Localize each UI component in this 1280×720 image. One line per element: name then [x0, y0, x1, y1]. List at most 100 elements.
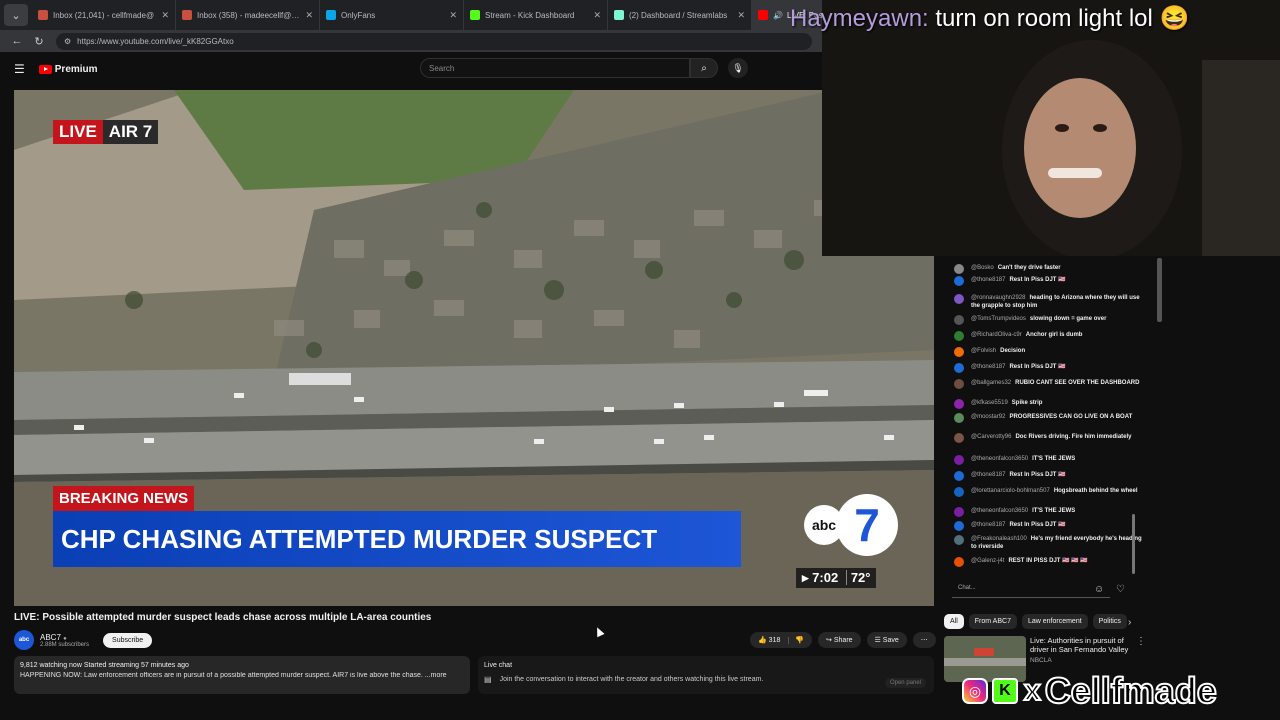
like-icon[interactable]: 👍 — [758, 637, 767, 644]
recommended-title[interactable]: Live: Authorities in pursuit of driver i… — [1030, 636, 1130, 654]
chat-avatar[interactable] — [954, 294, 964, 304]
chat-avatar[interactable] — [954, 521, 964, 531]
chat-author[interactable]: @thone8187 — [971, 472, 1005, 478]
subscribe-button[interactable]: Subscribe — [103, 632, 153, 648]
browser-tab[interactable]: Inbox (358) - madeecellf@gm ✕ — [176, 0, 320, 30]
chevron-right-icon[interactable]: › — [1128, 617, 1131, 628]
chip-all[interactable]: All — [944, 614, 964, 629]
search-input[interactable]: Search — [420, 58, 690, 78]
live-badge: LIVE — [53, 120, 103, 144]
chat-avatar[interactable] — [954, 276, 964, 286]
chat-author[interactable]: @Folvish — [971, 348, 996, 354]
chat-avatar[interactable] — [954, 471, 964, 481]
chat-message: @RichardOliva-c9r Anchor girl is dumb — [954, 331, 1144, 341]
time-temp-bug: ▸ 7:02 72° — [796, 568, 877, 588]
chat-author[interactable]: @TomsTrumpvideos — [971, 316, 1026, 322]
chat-avatar[interactable] — [954, 379, 964, 389]
chat-text: Hogsbreath behind the wheel — [1053, 488, 1138, 494]
close-tab-icon[interactable]: ✕ — [161, 10, 169, 21]
chat-avatar[interactable] — [954, 264, 964, 274]
tab-title: (2) Dashboard / Streamlabs — [629, 10, 728, 20]
chip-politics[interactable]: Politics — [1092, 614, 1127, 629]
chat-author[interactable]: @ronnavaughn2928 — [971, 295, 1025, 301]
chat-author[interactable]: @theneonfalcon3650 — [971, 508, 1028, 514]
chat-author[interactable]: @thone8187 — [971, 522, 1005, 528]
kick-icon: K — [992, 678, 1018, 704]
chat-author[interactable]: @kfkase5519 — [971, 400, 1008, 406]
close-tab-icon[interactable]: ✕ — [305, 10, 313, 21]
tab-list-button[interactable]: ⌄ — [4, 4, 28, 26]
chat-text: PROGRESSIVES CAN GO LIVE ON A BOAT — [1009, 414, 1133, 420]
video-player[interactable]: LIVE AIR 7 BREAKING NEWS CHP CHASING ATT… — [14, 90, 934, 606]
chat-author[interactable]: @ballgames32 — [971, 380, 1011, 386]
chat-author[interactable]: @theneonfalcon3650 — [971, 456, 1028, 462]
reload-icon[interactable]: ↻ — [28, 35, 50, 48]
chat-author[interactable]: @Galenz-j4t — [971, 558, 1004, 564]
emoji-icon[interactable]: ☺ — [1094, 584, 1104, 595]
chat-author[interactable]: @thone8187 — [971, 364, 1005, 370]
chat-avatar[interactable] — [954, 507, 964, 517]
show-more-link[interactable]: ...more — [425, 672, 447, 679]
chat-input[interactable]: Chat... — [952, 582, 1110, 598]
channel-name[interactable]: ABC7 ● — [40, 633, 89, 642]
chat-avatar[interactable] — [954, 413, 964, 423]
save-button[interactable]: ☰ Save — [866, 632, 907, 648]
chat-avatar[interactable] — [954, 557, 964, 567]
video-title: LIVE: Possible attempted murder suspect … — [14, 612, 432, 623]
chip-law-enforcement[interactable]: Law enforcement — [1021, 614, 1088, 629]
chat-author[interactable]: @RichardOliva-c9r — [971, 332, 1022, 338]
chat-message: @ballgames32 RUBIO CANT SEE OVER THE DASH… — [954, 379, 1144, 389]
channel-info: ABC7 ● 2.88M subscribers — [40, 633, 89, 648]
chat-avatar[interactable] — [954, 399, 964, 409]
chat-scrollbar[interactable] — [1132, 514, 1135, 574]
like-dislike-group[interactable]: 👍 318 👎 — [750, 632, 813, 648]
chat-author[interactable]: @Freakonaleash100 — [971, 536, 1027, 542]
chat-avatar[interactable] — [954, 347, 964, 357]
close-tab-icon[interactable]: ✕ — [449, 10, 457, 21]
chat-author[interactable]: @Carverotty96 — [971, 434, 1011, 440]
abc-logo-number: 7 — [836, 494, 898, 556]
browser-tab[interactable]: Inbox (21,041) - cellfmade@ ✕ — [32, 0, 176, 30]
chat-avatar[interactable] — [954, 315, 964, 325]
chat-message: @Freakonaleash100 He's my friend everybod… — [954, 535, 1144, 551]
chat-avatar[interactable] — [954, 363, 964, 373]
search-icon[interactable]: ⌕ — [690, 58, 718, 78]
chat-message: @Galenz-j4t REST IN PISS DJT 🇺🇸 🇺🇸 🇺🇸 — [954, 557, 1144, 567]
more-vert-icon[interactable]: ⋮ — [1136, 636, 1146, 647]
chat-avatar[interactable] — [954, 535, 964, 545]
chat-avatar[interactable] — [954, 487, 964, 497]
chat-avatar[interactable] — [954, 455, 964, 465]
browser-tab[interactable]: Stream - Kick Dashboard ✕ — [464, 0, 608, 30]
chat-message-body: @lorettanarciolo-bohlman507 Hogsbreath be… — [971, 488, 1138, 496]
chat-author[interactable]: @Bosko — [971, 265, 994, 271]
chat-author[interactable]: @thone8187 — [971, 277, 1005, 283]
dislike-icon[interactable]: 👎 — [788, 637, 805, 644]
channel-avatar[interactable]: abc — [14, 630, 34, 650]
back-icon[interactable]: ← — [6, 35, 28, 47]
more-actions-icon[interactable]: ⋯ — [912, 632, 936, 648]
chat-text: Doc Rivers driving. Fire him immediately — [1015, 434, 1132, 440]
recommended-channel: NBCLA — [1030, 657, 1052, 664]
close-tab-icon[interactable]: ✕ — [737, 10, 745, 21]
chat-author[interactable]: @moostar92 — [971, 414, 1005, 420]
hamburger-menu-icon[interactable]: ☰ — [14, 62, 25, 76]
microphone-icon[interactable]: 🎙 — [728, 58, 748, 78]
close-tab-icon[interactable]: ✕ — [593, 10, 601, 21]
chat-author[interactable]: @lorettanarciolo-bohlman507 — [971, 488, 1050, 494]
url-field[interactable]: ⚙ https://www.youtube.com/live/_kK82GGAt… — [56, 32, 812, 50]
site-info-icon[interactable]: ⚙ — [64, 37, 71, 46]
heart-icon[interactable]: ♡ — [1116, 584, 1125, 595]
page-scrollbar[interactable] — [1157, 258, 1162, 322]
open-panel-button[interactable]: Open panel — [884, 678, 926, 688]
chat-avatar[interactable] — [954, 331, 964, 341]
browser-tab[interactable]: (2) Dashboard / Streamlabs ✕ — [608, 0, 752, 30]
youtube-header: ☰ Premium Search ⌕ 🎙 — [0, 52, 822, 86]
browser-tab[interactable]: OnlyFans ✕ — [320, 0, 464, 30]
gmail-icon — [38, 10, 48, 20]
chat-message: @kfkase5519 Spike strip — [954, 399, 1144, 409]
youtube-logo[interactable]: Premium — [38, 64, 98, 75]
chat-avatar[interactable] — [954, 433, 964, 443]
video-description[interactable]: 9,812 watching now Started streaming 57 … — [14, 656, 470, 694]
chip-from-abc7[interactable]: From ABC7 — [968, 614, 1017, 629]
share-button[interactable]: ↪ Share — [818, 632, 861, 648]
